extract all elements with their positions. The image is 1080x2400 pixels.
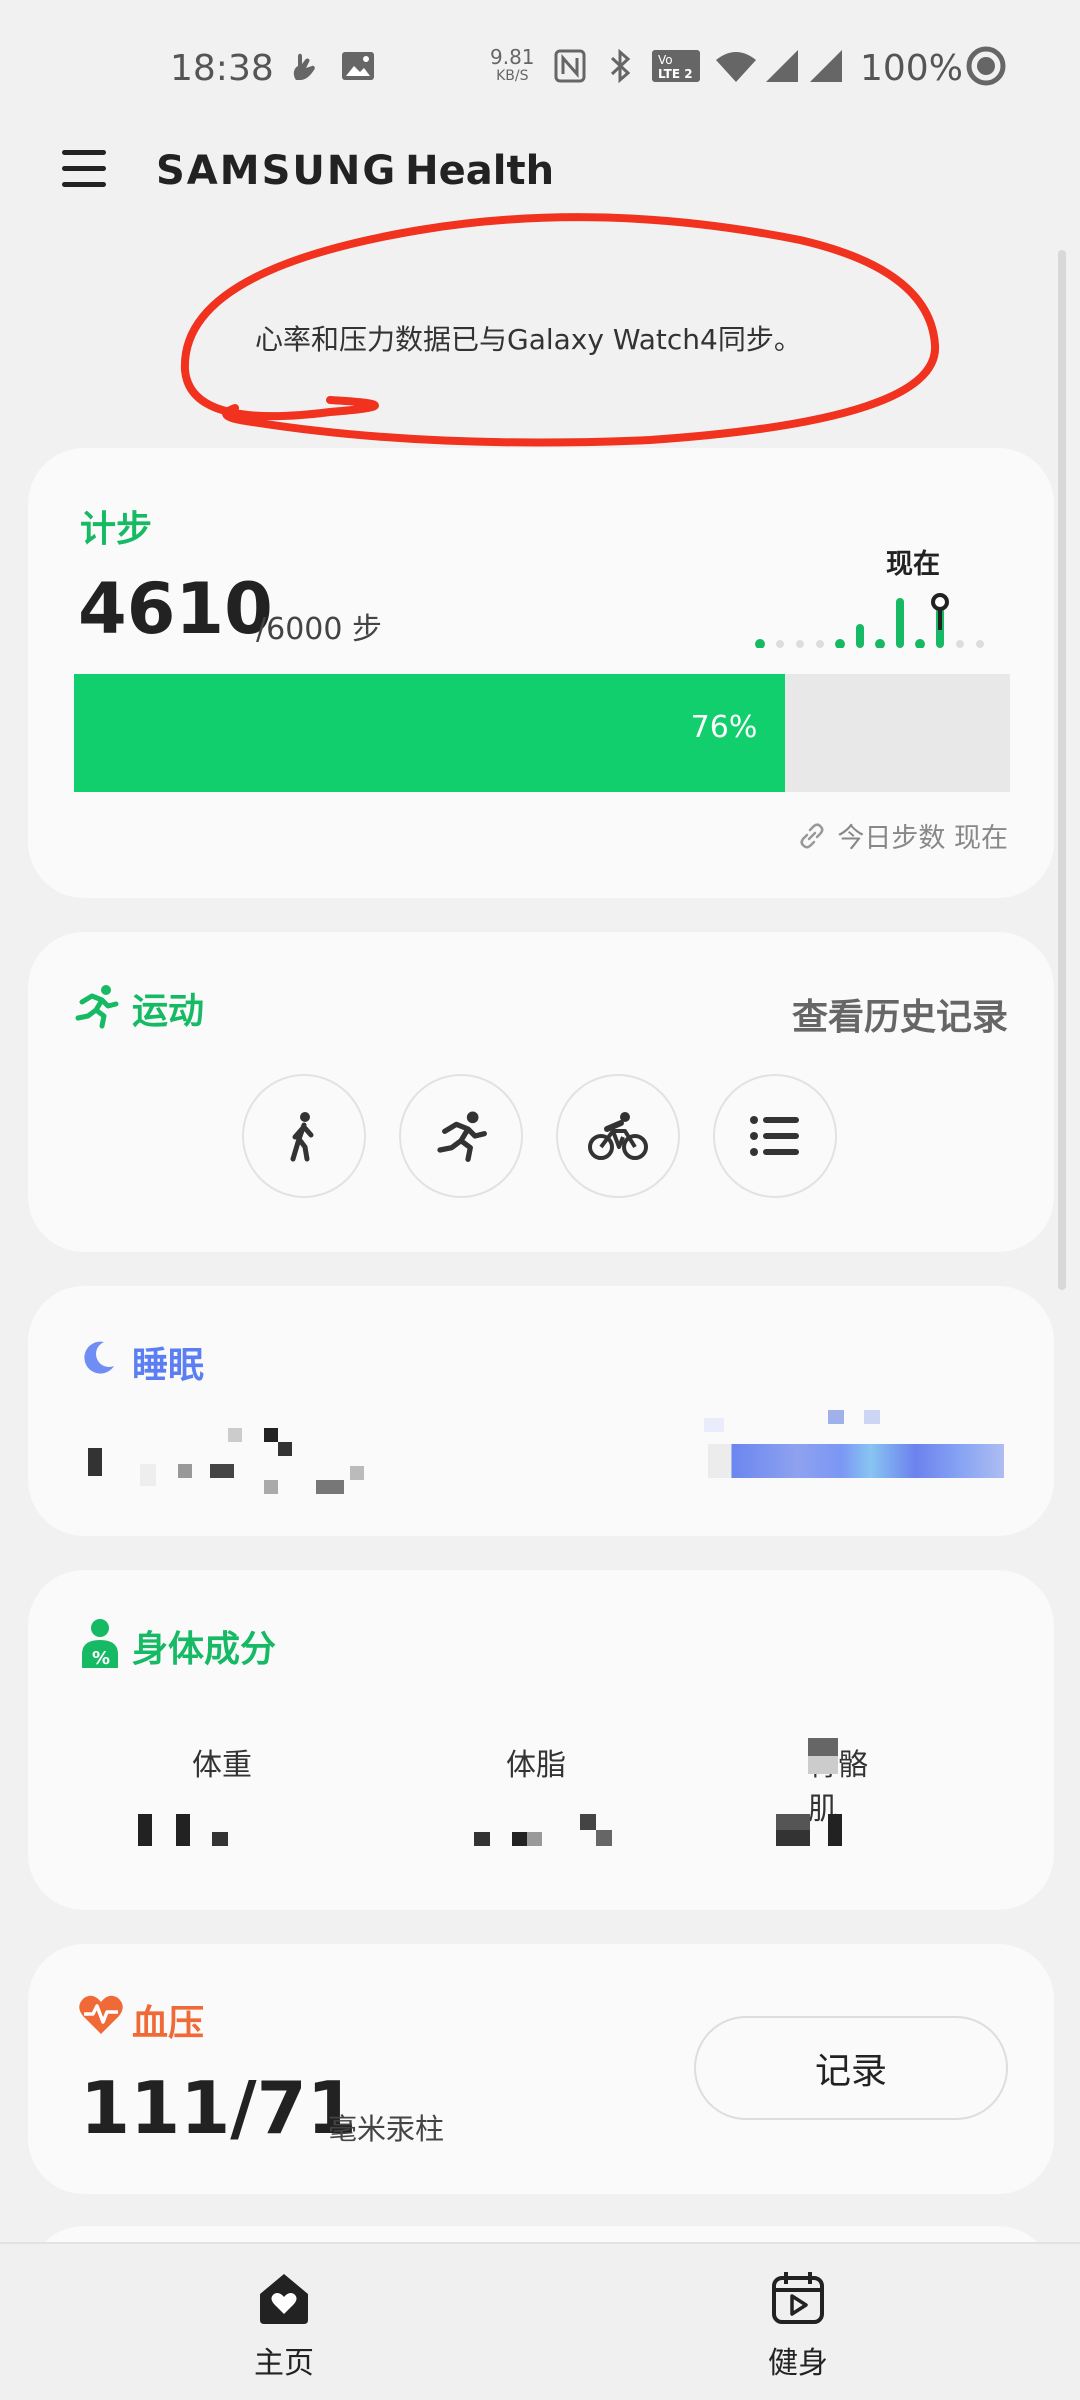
link-icon [800,822,824,849]
redacted-block [264,1480,278,1494]
sleep-redacted-bar [708,1444,1004,1478]
weight-label: 体重 [192,1748,252,1783]
blood-pressure-unit: 毫米汞柱 [328,2112,445,2146]
nav-home-label: 主页 [254,2346,314,2381]
steps-progress-label: 76% [690,710,758,745]
red-circle-annotation [180,213,940,447]
steps-hourly-sparkline [755,593,984,648]
home-heart-icon [260,2274,308,2324]
nav-fitness[interactable]: 健身 [698,2270,898,2382]
heart-pulse-icon [79,1995,123,2034]
redacted-block [596,1830,612,1846]
redacted-block [178,1464,192,1478]
scrollbar[interactable] [1058,250,1066,1290]
blood-pressure-card[interactable]: 血压 111/71 毫米汞柱 记录 [28,1944,1054,2194]
redacted-block [278,1442,292,1456]
running-icon [75,985,119,1029]
list-icon [750,1116,799,1156]
run-icon [437,1111,487,1162]
redacted-block [138,1814,152,1846]
steps-progress-fill: 76% [74,674,786,792]
blood-pressure-value: 111/71 [80,2066,357,2150]
run-button[interactable] [399,1074,523,1198]
exercise-card[interactable]: 运动 查看历史记录 [28,932,1054,1252]
cycling-button[interactable] [556,1074,680,1198]
sleep-title: 睡眠 [132,1345,205,1386]
redacted-block [704,1418,724,1432]
redacted-block [512,1832,542,1846]
fitness-calendar-play-icon [772,2272,824,2324]
blood-pressure-title: 血压 [132,2003,205,2044]
redacted-block [140,1464,156,1486]
walk-icon [290,1112,314,1162]
steps-footer: 今日步数 现在 [797,816,1008,855]
body-composition-title: 身体成分 [132,1629,277,1670]
redacted-block [176,1814,190,1846]
redacted-block [776,1814,810,1846]
redacted-block [828,1410,844,1424]
body-fat-label: 体脂 [506,1748,566,1783]
redacted-block [88,1448,102,1476]
sleep-card[interactable]: 睡眠 [28,1286,1054,1536]
redacted-block [864,1410,880,1424]
exercise-title: 运动 [132,991,205,1032]
redacted-block [808,1738,838,1774]
record-button[interactable]: 记录 [694,2016,1008,2120]
walk-button[interactable] [242,1074,366,1198]
cycling-icon [588,1112,648,1160]
bottom-nav: 主页 健身 [0,2242,1080,2400]
redacted-block [828,1814,842,1846]
body-composition-card[interactable]: % 身体成分 体重 体脂 骨骼肌 [28,1570,1054,1910]
body-composition-icon: % [82,1619,118,1669]
redacted-block [580,1814,596,1830]
svg-text:%: % [92,1648,110,1669]
redacted-block [228,1428,242,1442]
nav-home[interactable]: 主页 [184,2270,384,2382]
steps-goal: /6000 步 [256,612,382,647]
redacted-block [210,1464,234,1478]
redacted-block [474,1832,490,1846]
samsung-health-home: 18:38 9.81 KB/S Vo LTE 2 100% SAMSUNG He… [0,0,1080,2400]
steps-count: 4610 [78,568,273,650]
redacted-block [350,1466,364,1480]
steps-card[interactable]: 计步 4610 /6000 步 现在 76% 今日步数 现在 [28,448,1054,898]
nav-fitness-label: 健身 [768,2346,828,2381]
more-exercises-button[interactable] [713,1074,837,1198]
steps-progress-bar: 76% [74,674,1010,792]
redacted-block [212,1832,228,1846]
redacted-block [264,1428,278,1442]
steps-title: 计步 [80,509,153,550]
moon-icon [84,1341,114,1374]
view-history-link[interactable]: 查看历史记录 [792,988,1008,1040]
redacted-block [316,1480,344,1494]
